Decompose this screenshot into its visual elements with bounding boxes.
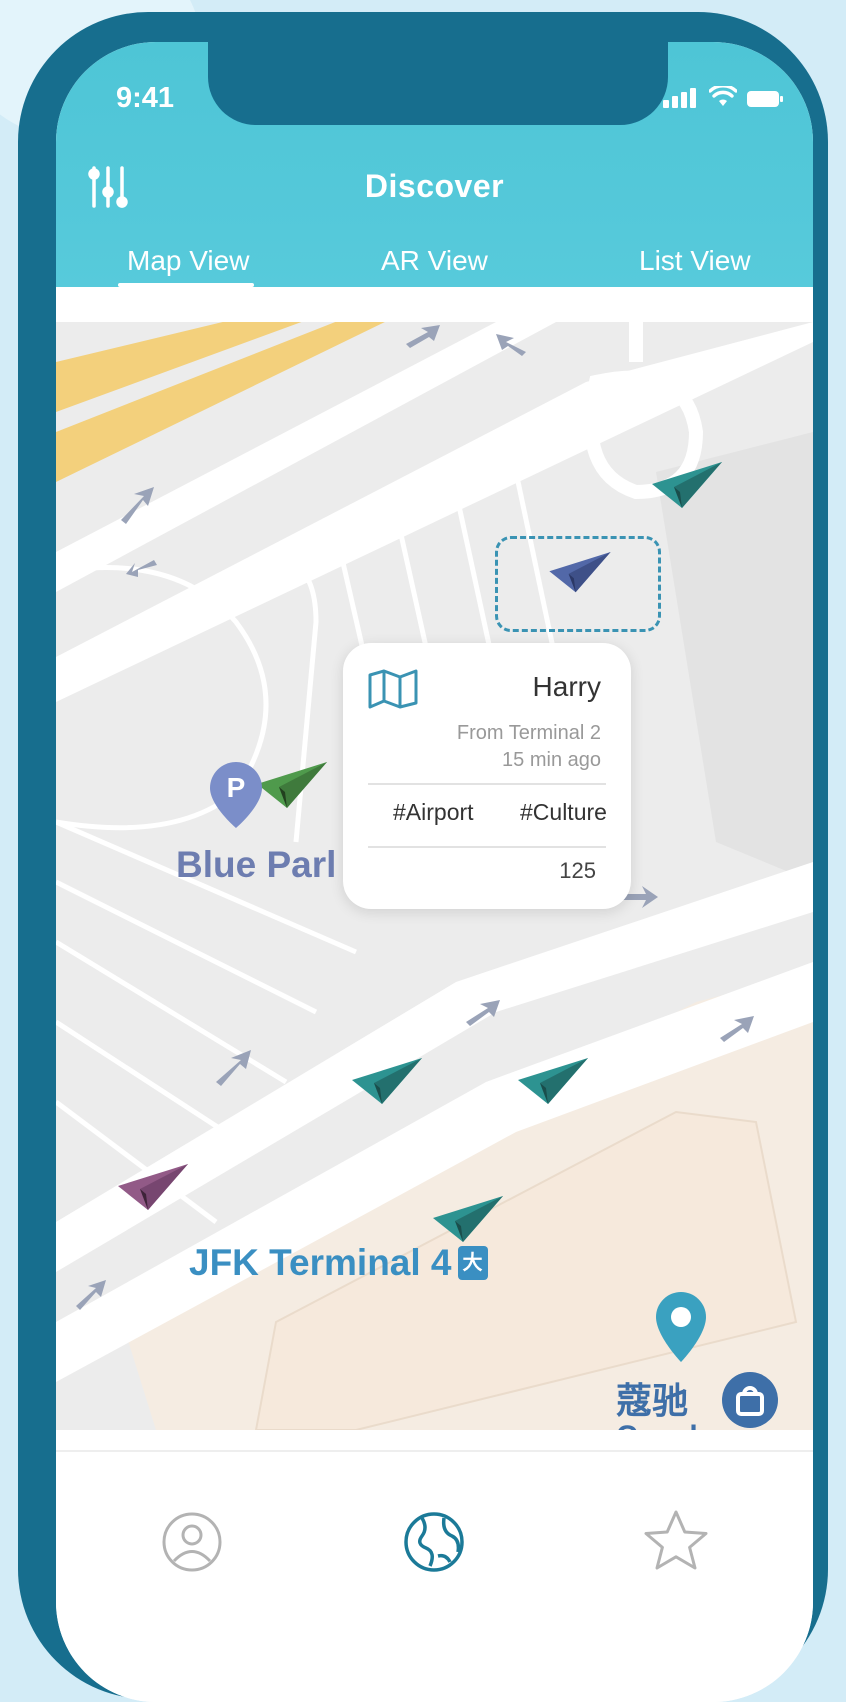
callout-divider xyxy=(368,846,606,848)
phone-notch xyxy=(208,42,668,125)
store-label-en: Coach xyxy=(616,1420,708,1430)
tab-ar-view[interactable]: AR View xyxy=(381,245,488,277)
paper-plane-green-icon[interactable] xyxy=(256,762,328,810)
signal-icon xyxy=(663,88,699,108)
wifi-icon xyxy=(709,86,737,106)
transit-icon: 大 xyxy=(457,1246,488,1280)
location-pin-icon[interactable] xyxy=(656,1292,706,1362)
status-time: 9:41 xyxy=(116,82,175,114)
parking-marker[interactable]: P xyxy=(210,762,262,828)
callout-meta: From Terminal 2 15 min ago xyxy=(457,720,601,774)
store-marker[interactable] xyxy=(722,1372,778,1428)
parking-label: Blue Parl xyxy=(176,844,337,885)
bottom-nav xyxy=(56,1450,813,1702)
profile-icon[interactable] xyxy=(156,1506,228,1578)
app-header: 9:41 Discover Map View AR View List View xyxy=(56,42,813,287)
tab-map-view[interactable]: Map View xyxy=(127,245,249,277)
star-icon[interactable] xyxy=(640,1506,712,1578)
paper-plane-teal-icon[interactable] xyxy=(652,462,722,510)
active-tab-indicator xyxy=(118,283,254,287)
paper-plane-teal-icon[interactable] xyxy=(432,1196,504,1244)
store-label: 蔻驰 Coach xyxy=(616,1372,708,1430)
paper-plane-teal-icon[interactable] xyxy=(350,1058,424,1106)
paper-plane-blue-icon[interactable] xyxy=(548,552,612,594)
callout-origin: From Terminal 2 xyxy=(456,722,601,744)
callout-tag-airport[interactable]: #Airport xyxy=(393,799,474,826)
paper-plane-purple-icon[interactable] xyxy=(116,1164,190,1212)
message-callout[interactable]: Harry From Terminal 2 15 min ago #Airpor… xyxy=(343,643,631,909)
callout-author: Harry xyxy=(532,671,601,702)
callout-tag-culture[interactable]: #Culture xyxy=(520,799,607,826)
map-icon xyxy=(368,669,418,709)
callout-time-ago: 15 min ago xyxy=(502,749,601,771)
globe-icon[interactable] xyxy=(398,1506,470,1578)
battery-icon xyxy=(747,91,783,107)
callout-count: 125 xyxy=(559,858,596,883)
page-title: Discover xyxy=(364,168,505,204)
terminal-label: JFK Terminal 4 大 xyxy=(189,1242,488,1284)
phone-frame: 9:41 Discover Map View AR View List View… xyxy=(18,12,828,1702)
map-view[interactable]: P Blue Parl JFK Terminal 4 大 蔻驰 Coach xyxy=(56,322,813,1430)
callout-divider xyxy=(368,783,606,785)
shopping-bag-icon xyxy=(736,1386,764,1416)
store-label-cn: 蔻驰 xyxy=(616,1380,689,1421)
tab-list-view[interactable]: List View xyxy=(639,245,751,277)
parking-icon: P xyxy=(226,772,246,803)
app-screen: 9:41 Discover Map View AR View List View… xyxy=(56,42,813,1702)
terminal-label-text: JFK Terminal 4 xyxy=(189,1242,452,1283)
paper-plane-teal-icon[interactable] xyxy=(516,1058,590,1106)
status-icons xyxy=(663,86,783,108)
